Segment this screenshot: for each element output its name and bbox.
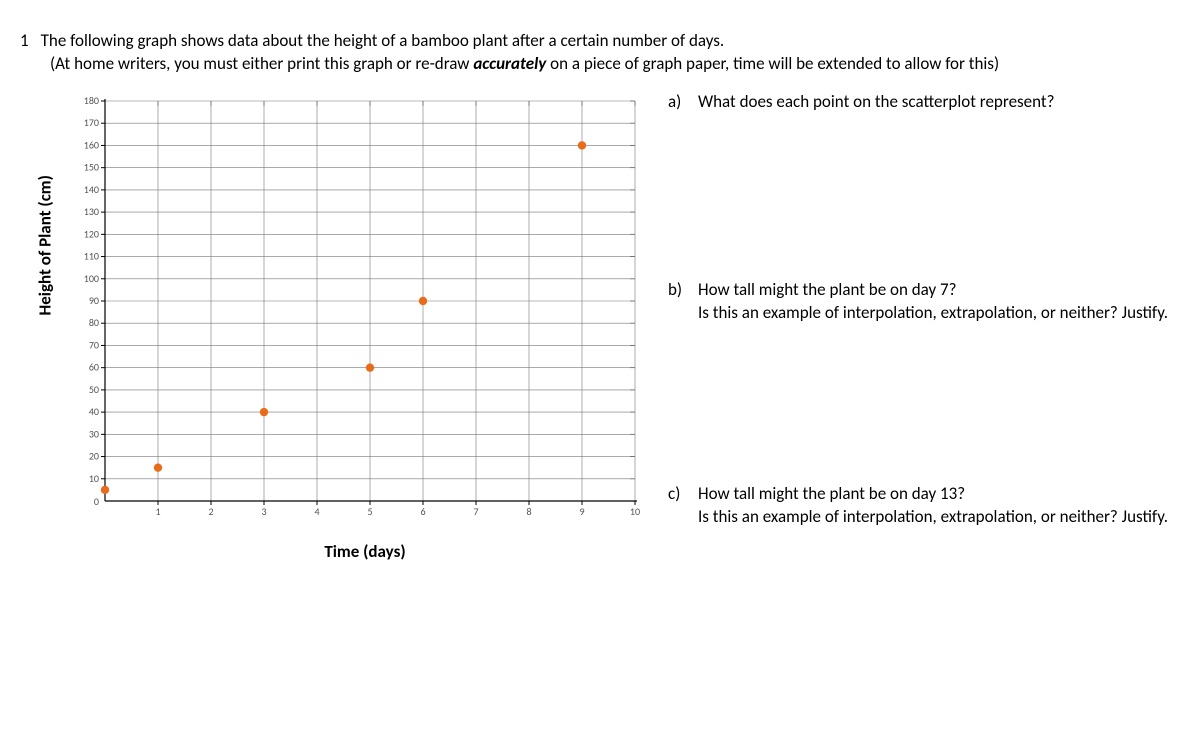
svg-text:90: 90 [89,294,99,307]
y-axis-label: Height of Plant (cm) [35,296,56,316]
svg-text:150: 150 [84,161,99,174]
sub-question-c: c) How tall might the plant be on day 13… [668,483,1180,529]
svg-text:110: 110 [84,249,99,262]
svg-text:160: 160 [84,138,99,151]
svg-text:180: 180 [84,94,99,107]
svg-text:7: 7 [473,505,478,518]
sub-questions: a) What does each point on the scatterpl… [660,91,1180,562]
question-header: 1 The following graph shows data about t… [20,30,1180,51]
question-number: 1 [20,30,29,51]
svg-text:30: 30 [89,427,99,440]
svg-text:10: 10 [89,472,99,485]
scatter-chart: 0102030405060708090100110120130140150160… [55,91,645,521]
svg-text:40: 40 [89,405,99,418]
svg-text:4: 4 [314,505,319,518]
note-part2: on a piece of graph paper, time will be … [546,53,999,74]
x-axis-label: Time (days) [20,541,660,562]
svg-text:1: 1 [155,505,160,518]
content-row: Height of Plant (cm) 0 10 20 30 40 50 60 70 80 90… [20,91,1180,562]
svg-text:9: 9 [579,505,584,518]
svg-text:2: 2 [208,505,213,518]
svg-text:170: 170 [84,116,99,129]
sub-question-b: b) How tall might the plant be on day 7?… [668,279,1180,325]
svg-text:130: 130 [84,205,99,218]
svg-text:0: 0 [94,495,99,508]
sub-q-letter-c: c) [668,483,686,529]
sub-q-letter-a: a) [668,91,686,114]
svg-text:70: 70 [89,338,99,351]
svg-text:80: 80 [89,316,99,329]
svg-text:120: 120 [84,227,99,240]
svg-text:140: 140 [84,183,99,196]
svg-text:100: 100 [84,272,99,285]
sub-q-letter-b: b) [668,279,686,325]
svg-text:8: 8 [526,505,531,518]
chart-area: Height of Plant (cm) 0 10 20 30 40 50 60 70 80 90… [20,91,660,562]
note-em: accurately [473,53,546,74]
sub-q-body-b: How tall might the plant be on day 7? Is… [698,279,1180,325]
svg-text:5: 5 [367,505,372,518]
svg-text:6: 6 [420,505,425,518]
svg-text:3: 3 [261,505,266,518]
svg-text:10: 10 [630,505,640,518]
question-text: The following graph shows data about the… [41,30,1180,51]
note-part1: (At home writers, you must either print … [50,53,473,74]
svg-text:60: 60 [89,361,99,374]
sub-q-body-a: What does each point on the scatterplot … [698,91,1180,114]
sub-q-body-c: How tall might the plant be on day 13? I… [698,483,1180,529]
svg-text:50: 50 [89,383,99,396]
question-note: (At home writers, you must either print … [50,53,1180,76]
svg-text:20: 20 [89,449,99,462]
sub-question-a: a) What does each point on the scatterpl… [668,91,1180,114]
